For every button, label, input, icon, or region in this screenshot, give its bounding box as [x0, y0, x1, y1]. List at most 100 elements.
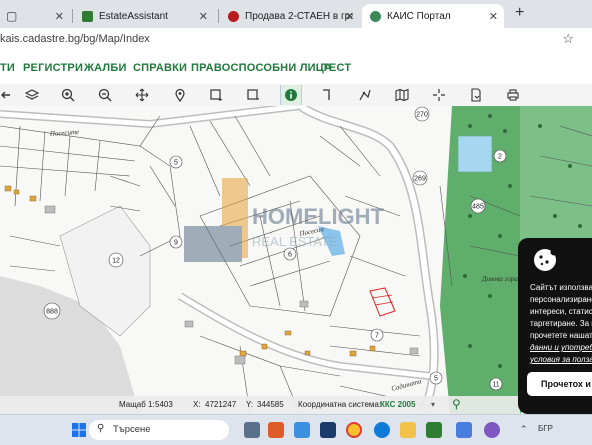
y-label: Y:: [246, 400, 254, 409]
tab-estateassistant[interactable]: EstateAssistant ✕: [74, 4, 214, 28]
chrome-icon[interactable]: [346, 422, 362, 438]
listing-favicon-icon: [228, 10, 239, 22]
tab-label: Продава 2-СТАЕН в град Соф: [245, 10, 353, 22]
chevron-down-icon[interactable]: ▾: [431, 400, 435, 409]
app-icon[interactable]: [426, 422, 442, 438]
watermark-sub: REAL ESTATE: [252, 234, 338, 249]
file-explorer-icon[interactable]: [400, 422, 416, 438]
cookie-text-line: таргетиране. За п: [530, 319, 592, 328]
back-icon[interactable]: [0, 85, 16, 105]
search-icon: ⚲: [97, 423, 105, 434]
scale-value[interactable]: 5403: [155, 400, 173, 409]
tab-previous[interactable]: ▢ ✕: [0, 4, 70, 28]
zoom-out-icon[interactable]: [95, 85, 115, 105]
windows-taskbar: ⚲ Търсене ⌃ БГР: [0, 414, 592, 445]
y-value: 344585: [257, 400, 284, 409]
cookie-policy-link[interactable]: данни и употреба: [530, 342, 592, 354]
parcel-number: 270: [416, 112, 428, 119]
parcel-number: 5: [434, 376, 438, 383]
menu-item-complaints[interactable]: ЖАЛБИ: [84, 62, 127, 74]
parcel-number: 11: [492, 382, 499, 389]
menu-item-1[interactable]: ТИ: [0, 62, 15, 74]
viber-icon[interactable]: [484, 422, 500, 438]
parcel-number: 9: [174, 240, 178, 247]
cookie-icon: [534, 248, 558, 271]
crosshair-icon[interactable]: [429, 85, 449, 105]
info-icon[interactable]: [280, 85, 302, 105]
layers-icon[interactable]: [22, 85, 42, 105]
coordinate-bar: Мащаб 1: 5403 X: 4721247 Y: 344585 Коорд…: [0, 396, 520, 414]
draw-icon[interactable]: [355, 85, 375, 105]
parcel-number: 888: [46, 309, 58, 316]
cookie-terms-link[interactable]: условия за полза: [530, 354, 592, 366]
x-label: X:: [193, 400, 201, 409]
kais-favicon-icon: [370, 10, 381, 22]
store-icon[interactable]: [320, 422, 336, 438]
tab-listing[interactable]: Продава 2-СТАЕН в град Соф ✕: [220, 4, 360, 28]
cookie-text-line: интереси, статист: [530, 307, 592, 316]
estateassistant-favicon-icon: [82, 10, 93, 22]
parcel-number: 269: [414, 176, 426, 183]
measure-angle-icon[interactable]: [318, 85, 338, 105]
url-text[interactable]: kais.cadastre.bg/bg/Map/Index: [0, 33, 150, 45]
cookie-text-line: прочетете нашата: [530, 331, 592, 340]
parcel-number: 12: [112, 258, 120, 265]
parcel-number: 2: [498, 154, 502, 161]
taskbar-search-placeholder: Търсене: [113, 424, 151, 435]
zoom-in-icon[interactable]: [58, 85, 78, 105]
mail-icon[interactable]: [294, 422, 310, 438]
coord-system-select[interactable]: ККС 2005: [380, 400, 415, 409]
select-rect-icon[interactable]: [206, 85, 226, 105]
menu-item-registers[interactable]: РЕГИСТРИ: [23, 62, 83, 74]
cadastral-map[interactable]: 270 269 485 5 6 12 888 7 5 11 2 9 Посеси…: [0, 106, 592, 414]
keyboard-language[interactable]: БГР: [538, 424, 553, 433]
tab-label: КАИС Портал: [387, 10, 451, 22]
new-tab-button[interactable]: +: [515, 4, 524, 22]
map-canvas[interactable]: 270 269 485 5 6 12 888 7 5 11 2 9 Посеси…: [0, 106, 592, 414]
address-bar[interactable]: kais.cadastre.bg/bg/Map/Index ☆: [0, 28, 592, 52]
parcel-number: 7: [375, 333, 379, 340]
taskbar-search[interactable]: ⚲ Търсене: [89, 420, 229, 440]
select-area-icon[interactable]: [243, 85, 263, 105]
pan-icon[interactable]: [132, 85, 152, 105]
close-icon[interactable]: ✕: [345, 10, 354, 23]
menu-item-reports[interactable]: СПРАВКИ: [133, 62, 187, 74]
close-icon[interactable]: ✕: [55, 10, 64, 23]
close-icon[interactable]: ✕: [489, 10, 498, 23]
print-icon[interactable]: [503, 85, 523, 105]
cookie-accept-button[interactable]: Прочетох и: [527, 372, 592, 396]
map-toolbar: [0, 84, 592, 107]
cookie-text: Сайтът използва б персонализиране, интер…: [530, 282, 592, 366]
teams-icon[interactable]: [456, 422, 472, 438]
browser-tab-strip: ▢ ✕ EstateAssistant ✕ Продава 2-СТАЕН в …: [0, 0, 592, 28]
tab-previous-label: ▢: [6, 9, 18, 23]
menu-item-test[interactable]: ТЕСТ: [322, 62, 351, 74]
parcel-number: 5: [174, 160, 178, 167]
tray-chevron-icon[interactable]: ⌃: [520, 424, 528, 435]
bookmark-star-icon[interactable]: ☆: [562, 31, 574, 47]
search-icon[interactable]: ⚲: [452, 397, 461, 411]
coord-system-label: Координатна система:: [298, 400, 382, 409]
map-icon[interactable]: [392, 85, 412, 105]
tab-kais-portal[interactable]: КАИС Портал ✕: [362, 4, 504, 28]
parcel-number: 6: [288, 252, 292, 259]
close-icon[interactable]: ✕: [199, 10, 208, 23]
tab-label: EstateAssistant: [99, 10, 168, 22]
task-view-icon[interactable]: [244, 422, 260, 438]
cookie-text-line: Сайтът използва б: [530, 283, 592, 292]
location-pin-icon[interactable]: [170, 85, 190, 105]
export-icon[interactable]: [466, 85, 486, 105]
watermark-brand: HOMELIGHT: [252, 204, 385, 229]
copilot-icon[interactable]: [268, 422, 284, 438]
edge-icon[interactable]: [374, 422, 390, 438]
windows-start-icon[interactable]: [72, 423, 86, 437]
street-label: Дивова гора: [481, 275, 518, 283]
parcel-number: 485: [472, 204, 484, 211]
x-value: 4721247: [205, 400, 237, 409]
app-menu: ТИ РЕГИСТРИ ЖАЛБИ СПРАВКИ ПРАВОСПОСОБНИ …: [0, 52, 592, 85]
cookie-text-line: персонализиране,: [530, 295, 592, 304]
lake-shape: [457, 135, 493, 173]
scale-label: Мащаб 1:: [119, 400, 155, 409]
menu-item-licensed[interactable]: ПРАВОСПОСОБНИ ЛИЦА: [191, 62, 332, 74]
cookie-consent-popup: Сайтът използва б персонализиране, интер…: [518, 238, 592, 414]
